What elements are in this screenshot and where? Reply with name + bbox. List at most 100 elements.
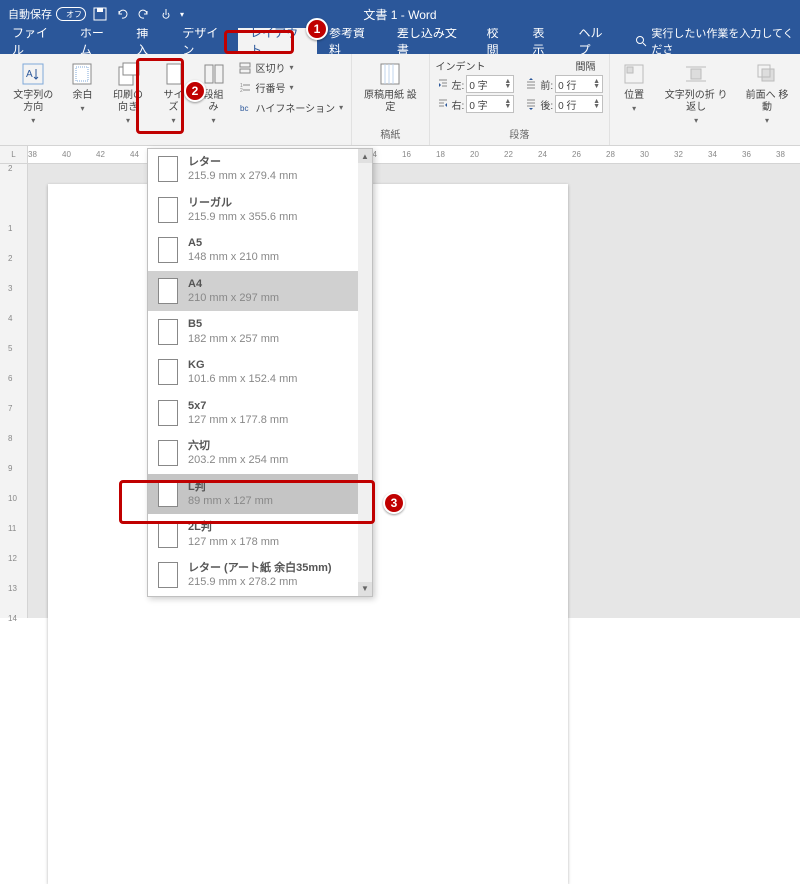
tell-me-search[interactable]: 実行したい作業を入力してくださ — [623, 28, 800, 54]
spacing-after-input[interactable]: 0 行▲▼ — [555, 95, 603, 113]
breaks-button[interactable]: 区切り ▾ — [236, 58, 346, 77]
tab-design[interactable]: デザイン — [170, 28, 238, 54]
ruler-tick: 44 — [130, 150, 139, 159]
ruler-tick: 30 — [640, 150, 649, 159]
svg-text:bc: bc — [240, 104, 248, 113]
manuscript-icon — [376, 60, 404, 88]
text-direction-button[interactable]: A 文字列の 方向▾ — [6, 58, 60, 127]
ruler-tick: 26 — [572, 150, 581, 159]
group-label-paragraph: 段落 — [436, 126, 604, 143]
tab-view[interactable]: 表示 — [521, 28, 567, 54]
text-direction-icon: A — [19, 60, 47, 88]
size-option[interactable]: 5x7127 mm x 177.8 mm — [148, 393, 372, 434]
size-icon — [160, 60, 188, 88]
undo-icon[interactable] — [114, 6, 130, 22]
ruler-horizontal: L 38404244246810121416182022242628303234… — [0, 146, 800, 164]
size-option[interactable]: 2L判127 mm x 178 mm — [148, 514, 372, 555]
size-dropdown-menu: ▲ ▼ レター215.9 mm x 279.4 mmリーガル215.9 mm x… — [147, 148, 373, 597]
size-option[interactable]: A4210 mm x 297 mm — [148, 271, 372, 312]
margins-button[interactable]: 余白▾ — [64, 58, 100, 115]
ruler-tick: 22 — [504, 150, 513, 159]
page-icon — [158, 319, 178, 345]
scroll-up-icon[interactable]: ▲ — [358, 149, 372, 163]
size-option[interactable]: リーガル215.9 mm x 355.6 mm — [148, 190, 372, 231]
ruler-tick: 7 — [8, 404, 12, 413]
scrollbar[interactable]: ▲ ▼ — [358, 149, 372, 596]
wrap-icon — [682, 60, 710, 88]
spacing-after-icon — [524, 97, 538, 111]
ruler-tick: 2 — [8, 254, 12, 263]
title-bar: 自動保存 オフ ▾ 文書 1 - Word — [0, 0, 800, 28]
tab-file[interactable]: ファイル — [0, 28, 68, 54]
ribbon-tabs: ファイル ホーム 挿入 デザイン レイアウト 参考資料 差し込み文書 校閲 表示… — [0, 28, 800, 54]
size-dimensions: 101.6 mm x 152.4 mm — [188, 372, 297, 386]
size-option[interactable]: B5182 mm x 257 mm — [148, 311, 372, 352]
size-name: L判 — [188, 480, 273, 494]
tab-review[interactable]: 校閲 — [475, 28, 521, 54]
ruler-tick: 6 — [8, 374, 12, 383]
document-canvas[interactable] — [28, 164, 800, 618]
ruler-tick: 42 — [96, 150, 105, 159]
size-option[interactable]: レター215.9 mm x 279.4 mm — [148, 149, 372, 190]
ruler-tick: 40 — [62, 150, 71, 159]
size-dimensions: 215.9 mm x 355.6 mm — [188, 210, 297, 224]
touch-icon[interactable] — [158, 6, 174, 22]
indent-right-input[interactable]: 0 字▲▼ — [466, 95, 514, 113]
size-dimensions: 148 mm x 210 mm — [188, 250, 279, 264]
hyphenation-button[interactable]: bcハイフネーション ▾ — [236, 98, 346, 117]
ruler-corner[interactable]: L — [0, 146, 28, 163]
tab-home[interactable]: ホーム — [68, 28, 125, 54]
orientation-icon — [114, 60, 142, 88]
size-option[interactable]: レター (アート紙 余白35mm)215.9 mm x 278.2 mm — [148, 555, 372, 596]
size-dimensions: 182 mm x 257 mm — [188, 332, 279, 346]
line-numbers-button[interactable]: 12行番号 ▾ — [236, 78, 346, 97]
svg-text:2: 2 — [240, 88, 243, 94]
ruler-tick: 38 — [28, 150, 37, 159]
ruler-tick: 20 — [470, 150, 479, 159]
size-dimensions: 210 mm x 297 mm — [188, 291, 279, 305]
ruler-tick: 32 — [674, 150, 683, 159]
size-name: 5x7 — [188, 399, 288, 413]
page-icon — [158, 522, 178, 548]
svg-text:A: A — [26, 69, 33, 80]
breaks-icon — [238, 61, 252, 75]
margins-icon — [68, 60, 96, 88]
size-option[interactable]: L判89 mm x 127 mm — [148, 474, 372, 515]
ruler-tick: 8 — [8, 434, 12, 443]
autosave-toggle[interactable]: 自動保存 オフ — [8, 6, 86, 22]
size-option[interactable]: A5148 mm x 210 mm — [148, 230, 372, 271]
size-name: リーガル — [188, 196, 297, 210]
tab-insert[interactable]: 挿入 — [124, 28, 170, 54]
ruler-tick: 13 — [8, 584, 17, 593]
page-icon — [158, 481, 178, 507]
ruler-tick: 11 — [8, 524, 16, 533]
bring-forward-button: 前面へ 移動▾ — [740, 58, 794, 127]
ruler-tick: 28 — [606, 150, 615, 159]
ruler-tick: 38 — [776, 150, 785, 159]
callout-1: 1 — [306, 18, 328, 40]
spacing-before-icon — [524, 77, 538, 91]
ruler-tick: 36 — [742, 150, 751, 159]
manuscript-button[interactable]: 原稿用紙 設定 — [358, 58, 422, 116]
tab-layout[interactable]: レイアウト — [238, 28, 317, 54]
save-icon[interactable] — [92, 6, 108, 22]
ruler-tick: 4 — [8, 314, 12, 323]
size-name: B5 — [188, 317, 279, 331]
indent-left-input[interactable]: 0 字▲▼ — [466, 75, 514, 93]
size-dimensions: 215.9 mm x 278.2 mm — [188, 575, 332, 589]
ruler-tick: 24 — [538, 150, 547, 159]
spacing-before-input[interactable]: 0 行▲▼ — [555, 75, 603, 93]
size-dimensions: 127 mm x 178 mm — [188, 535, 279, 549]
size-option[interactable]: 六切203.2 mm x 254 mm — [148, 433, 372, 474]
redo-icon[interactable] — [136, 6, 152, 22]
tab-help[interactable]: ヘルプ — [566, 28, 623, 54]
search-icon — [635, 35, 647, 47]
page-icon — [158, 440, 178, 466]
ruler-tick: 16 — [402, 150, 411, 159]
scroll-down-icon[interactable]: ▼ — [358, 582, 372, 596]
size-option[interactable]: KG101.6 mm x 152.4 mm — [148, 352, 372, 393]
group-label-page-setup — [6, 141, 345, 143]
orientation-button[interactable]: 印刷の 向き▾ — [104, 58, 151, 127]
tab-mailings[interactable]: 差し込み文書 — [385, 28, 475, 54]
size-dimensions: 215.9 mm x 279.4 mm — [188, 169, 297, 183]
